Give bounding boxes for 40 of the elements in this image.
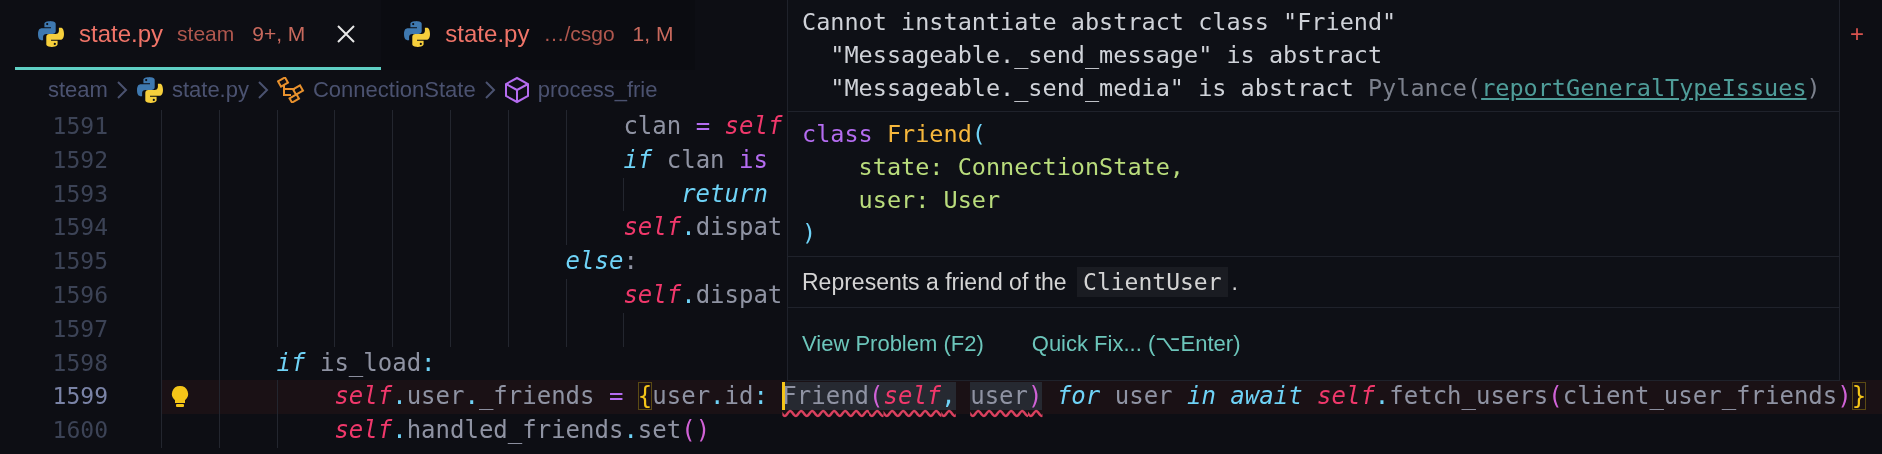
line-number: 1595: [51, 247, 108, 277]
lightbulb-icon[interactable]: [170, 385, 190, 410]
doc-text: Represents a friend of the ClientUser .: [802, 266, 1239, 299]
error-message: "Messageable._send_media" is abstract Pylance(reportGeneralTypeIssues): [829, 73, 1822, 104]
chevron-icon: [256, 80, 269, 100]
python-icon: [37, 19, 65, 48]
code-line: state: ConnectionState,: [857, 152, 1185, 183]
code-line: if is_load:: [275, 348, 436, 377]
line-number: 1597: [51, 314, 108, 344]
python-icon: [403, 19, 432, 48]
class-icon: [276, 77, 305, 103]
code-line: if clan is: [622, 145, 768, 174]
code-line: self.user._friends = {user.id: Friend(self, user) for user in await self.fetch_users(client_user_friends)}: [333, 382, 1867, 411]
error-message: Cannot instantiate abstract class "Friend": [802, 7, 1398, 38]
line-number: 1593: [51, 179, 108, 209]
chevron-icon: [115, 80, 128, 100]
cube-icon: [503, 76, 530, 104]
line-number: 1598: [51, 348, 108, 378]
code-line: self.handled_friends.set(): [333, 416, 711, 445]
code-line: self.dispat: [622, 281, 783, 309]
line-number: 1594: [51, 213, 108, 243]
quick-fix-link[interactable]: Quick Fix... (⌥Enter): [1031, 331, 1241, 357]
line-number: 1592: [51, 145, 108, 175]
code-line: ): [802, 218, 818, 249]
code-line: class Friend(: [802, 119, 987, 150]
code-line: clan = self: [622, 112, 783, 140]
code-line: return: [680, 179, 768, 208]
added-marker: +: [1850, 20, 1864, 48]
view-problem-link[interactable]: View Problem (F2): [802, 331, 984, 357]
error-message: "Messageable._send_message" is abstract: [829, 40, 1384, 71]
code-line: self.dispat: [622, 213, 783, 242]
python-icon: [135, 76, 164, 104]
line-number: 1600: [51, 416, 108, 446]
line-number: 1599: [51, 382, 108, 412]
code-line: else:: [564, 247, 638, 276]
line-number: 1591: [51, 112, 108, 141]
code-line: user: User: [857, 185, 1002, 216]
line-number: 1596: [51, 281, 108, 310]
chevron-icon: [483, 80, 496, 100]
rule-link[interactable]: reportGeneralTypeIssues: [1481, 74, 1807, 102]
